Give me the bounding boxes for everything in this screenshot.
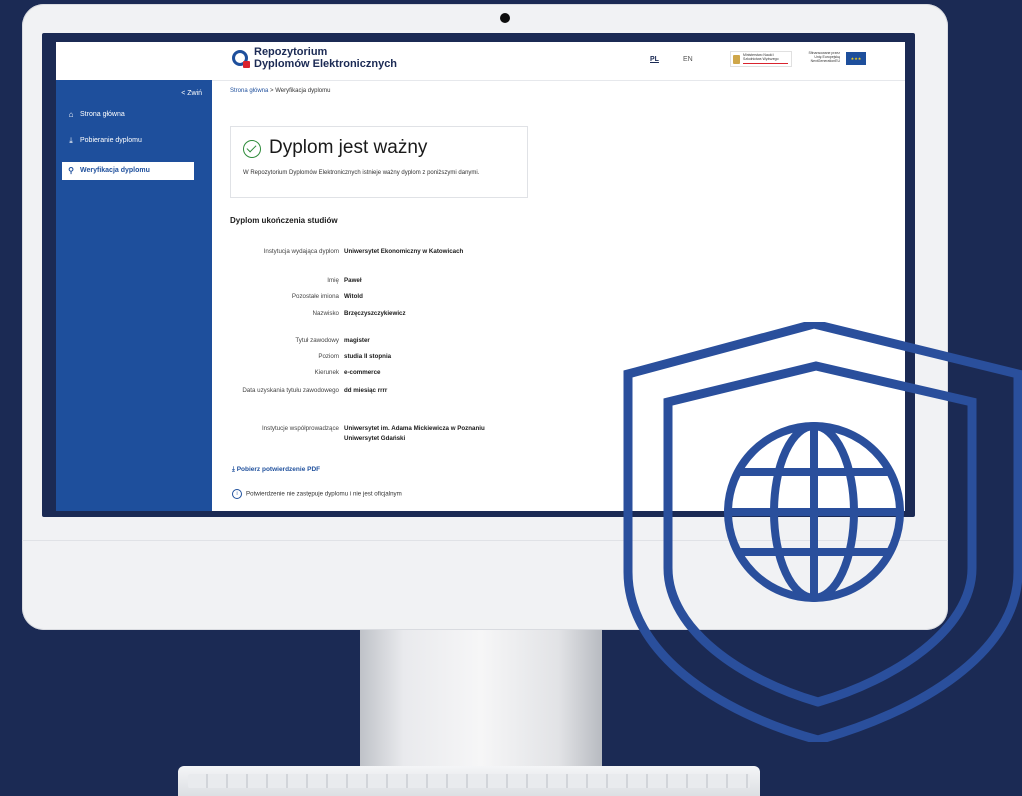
sidebar-item-home[interactable]: ⌂ Strona główna: [56, 106, 212, 124]
breadcrumb-current: Weryfikacja dyplomu: [275, 88, 331, 94]
breadcrumb: Strona główna > Weryfikacja dyplomu: [230, 88, 330, 94]
status-title: Dyplom jest ważny: [269, 137, 428, 158]
field-value: studia II stopnia: [344, 353, 392, 360]
sidebar-item-label: Strona główna: [80, 111, 125, 118]
field-value: e-commerce: [344, 369, 381, 376]
field-label: Pozostałe imiona: [291, 293, 339, 300]
logo-icon: [232, 50, 250, 68]
field-value: Paweł: [344, 277, 362, 284]
camera: [500, 13, 510, 23]
download-pdf-link[interactable]: ⤓ Pobierz potwierdzenie PDF: [232, 466, 320, 474]
lang-en-link[interactable]: EN: [683, 56, 693, 63]
field-label: Tytuł zawodowy: [295, 337, 339, 344]
field-label: Data uzyskania tytułu zawodowego: [242, 387, 339, 394]
notice: i Potwierdzenie nie zastępuje dyplomu i n…: [232, 489, 402, 499]
shield-outer-outline: [623, 322, 1022, 742]
field-value: Uniwersytet im. Adama Mickiewicza w Pozn…: [344, 425, 485, 432]
shield-inner-outline: [663, 361, 977, 707]
keyboard: [178, 766, 760, 796]
keyboard-keys: [188, 774, 750, 788]
sidebar-item-label: Weryfikacja dyplomu: [80, 167, 150, 174]
field-label: Instytucja wydająca dyplom: [263, 248, 339, 255]
field-value: magister: [344, 337, 370, 344]
status-description: W Repozytorium Dyplomów Elektronicznych …: [243, 170, 480, 176]
globe-icon: [724, 422, 904, 602]
field-value: Brzęczyszczykiewicz: [344, 310, 406, 317]
top-bar: Repozytorium Dyplomów Elektronicznych PL…: [56, 42, 905, 81]
field-value: Uniwersytet Ekonomiczny w Katowicach: [344, 248, 464, 255]
monitor-stand: [360, 630, 602, 770]
section-title: Dyplom ukończenia studiów: [230, 216, 338, 225]
lang-pl-link[interactable]: PL: [650, 56, 659, 63]
sidebar: < Zwiń ⌂ Strona główna ⤓ Pobieranie dypl…: [56, 80, 212, 511]
sidebar-item-download[interactable]: ⤓ Pobieranie dyplomu: [56, 132, 212, 150]
logo-line1: Repozytorium: [254, 46, 328, 58]
field-label: Poziom: [318, 353, 339, 360]
download-pdf-label: Pobierz potwierdzenie PDF: [236, 466, 321, 473]
field-value-secondary: Uniwersytet Gdański: [344, 435, 406, 442]
collapse-sidebar-button[interactable]: < Zwiń: [181, 90, 202, 97]
field-label: Imię: [327, 277, 339, 284]
logo-line2: Dyplomów Elektronicznych: [254, 58, 398, 70]
breadcrumb-separator: >: [270, 88, 274, 94]
field-label: Nazwisko: [312, 310, 339, 317]
home-icon: ⌂: [68, 110, 74, 119]
info-icon: i: [232, 489, 242, 499]
download-icon: ⤓: [69, 136, 73, 145]
field-label: Kierunek: [314, 369, 339, 376]
ministry-logo: Ministerstwo Nauki i Szkolnictwa Wyższeg…: [730, 51, 792, 67]
field-value: Witold: [344, 293, 363, 300]
check-circle-icon: [243, 140, 261, 158]
shield-globe-icon: [623, 322, 1022, 742]
funding-text: Sfinansowane przez Unię Europejską NextG…: [808, 51, 840, 63]
status-card: Dyplom jest ważny W Repozytorium Dyplomó…: [230, 126, 528, 198]
breadcrumb-home-link[interactable]: Strona główna: [230, 88, 268, 94]
search-icon: ⚲: [68, 166, 74, 175]
field-value: dd miesiąc rrrr: [344, 387, 388, 394]
sidebar-item-label: Pobieranie dyplomu: [80, 137, 142, 144]
eu-flag-icon: ★★★: [846, 52, 866, 65]
sidebar-item-verification[interactable]: ⚲ Weryfikacja dyplomu: [62, 162, 194, 180]
notice-text: Potwierdzenie nie zastępuje dyplomu i ni…: [246, 490, 402, 498]
logo[interactable]: Repozytorium Dyplomów Elektronicznych: [254, 46, 397, 70]
field-label: Instytucje współprowadzące: [261, 425, 339, 432]
